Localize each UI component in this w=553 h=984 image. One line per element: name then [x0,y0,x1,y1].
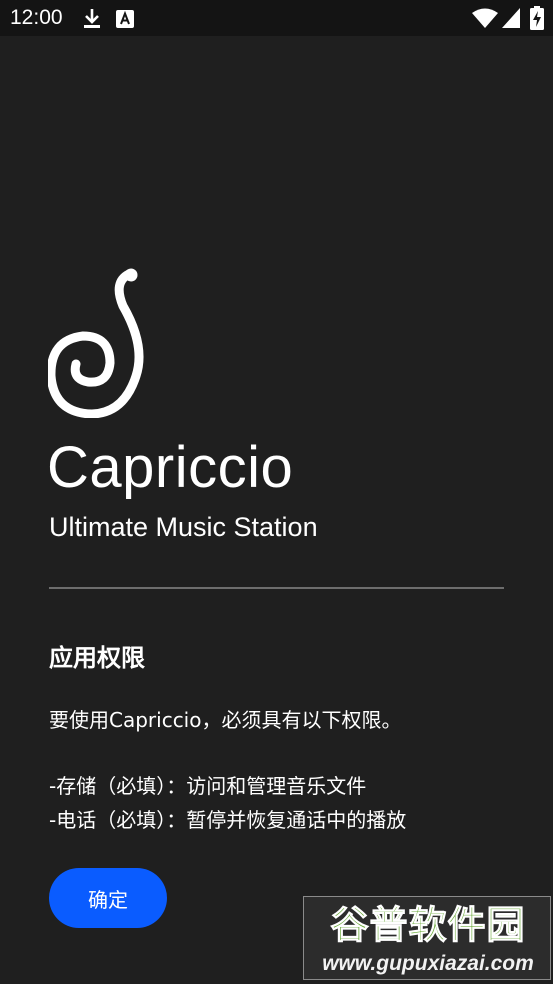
permission-item-phone: -电话（必填）：暂停并恢复通话中的播放 [49,808,407,832]
watermark-url: www.gupuxiazai.com [322,952,534,975]
watermark: 谷普软件园 www.gupuxiazai.com [303,896,551,980]
treble-swirl-logo-icon [46,268,152,422]
permissions-title: 应用权限 [49,644,145,672]
permissions-list: -存储（必填）：访问和管理音乐文件 -电话（必填）：暂停并恢复通话中的播放 [49,769,406,837]
permission-item-storage: -存储（必填）：访问和管理音乐文件 [49,774,367,798]
signal-icon [502,8,520,32]
watermark-title: 谷普软件园 [330,903,526,948]
app-subtitle: Ultimate Music Station [49,512,318,542]
divider [49,587,504,589]
app-name: Capriccio [47,435,294,500]
wifi-icon [472,8,498,32]
download-icon [82,8,102,34]
permissions-intro: 要使用Capriccio，必须具有以下权限。 [49,708,402,732]
status-time: 12:00 [10,6,63,29]
status-bar: 12:00 [0,0,553,36]
confirm-button[interactable]: 确定 [49,868,167,928]
font-a-icon [116,10,134,32]
battery-charging-icon [530,6,544,34]
